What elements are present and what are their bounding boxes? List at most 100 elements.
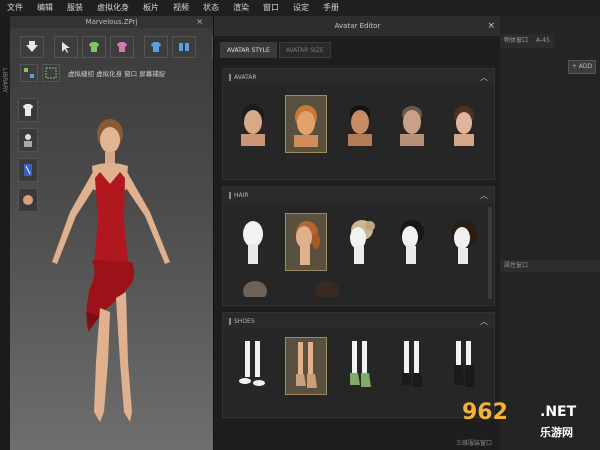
hair-partial-icon[interactable] xyxy=(237,277,273,297)
menu-item-0[interactable]: 文件 xyxy=(0,0,30,16)
editor-title-bar: Avatar Editor × xyxy=(214,16,501,36)
avatar-face-icon xyxy=(399,106,424,146)
shirt-blue-icon xyxy=(151,42,161,52)
chevron-up-icon[interactable]: ︿ xyxy=(480,72,488,83)
menu-item-2[interactable]: 服装 xyxy=(60,0,90,16)
editor-title: Avatar Editor xyxy=(334,22,381,30)
shoes-thumb-3[interactable] xyxy=(339,337,380,393)
hair-partial-icon[interactable] xyxy=(309,277,345,297)
menu-item-9[interactable]: 设定 xyxy=(286,0,316,16)
hair-short-black-icon xyxy=(399,220,424,264)
viewport-title: Marvelous.ZPrj xyxy=(10,16,213,28)
tab-object-window[interactable]: 物体窗口 xyxy=(500,34,533,48)
boots-black-icon xyxy=(453,341,475,387)
shoes-thumbs xyxy=(223,329,494,401)
shoes-thumb-4[interactable] xyxy=(391,337,432,393)
shoes-section-header[interactable]: SHOES ︿ xyxy=(223,313,494,329)
watermark-logo: 962 .NET 乐游网 xyxy=(462,400,598,446)
property-window-header: 属性窗口 xyxy=(500,260,600,272)
menu-item-10[interactable]: 手册 xyxy=(316,0,346,16)
viewport-toolbar xyxy=(20,36,236,58)
arrow-down-tool-button[interactable] xyxy=(20,36,44,58)
watermark-number: 962 xyxy=(462,400,508,425)
avatar-thumb-3[interactable] xyxy=(339,95,380,151)
viewport-close-button[interactable]: × xyxy=(196,16,203,28)
hair-thumbs-row2 xyxy=(223,277,494,297)
editor-tabs: AVATAR STYLE AVATAR SIZE xyxy=(214,36,501,58)
avatar-figure[interactable] xyxy=(28,112,198,437)
hair-section-header[interactable]: HAIR ︿ xyxy=(223,187,494,203)
tab-avatar-size[interactable]: AVATAR SIZE xyxy=(278,42,331,58)
hair-section: HAIR ︿ xyxy=(222,186,495,306)
avatar-face-icon xyxy=(294,105,319,147)
shoes-thumb-5[interactable] xyxy=(443,337,485,393)
avatar-thumb-2[interactable] xyxy=(285,95,328,153)
hair-thumb-1[interactable] xyxy=(233,213,274,269)
menu-bar: 文件 编辑 服装 虚拟化身 板片 视频 状态 渲染 窗口 设定 手册 xyxy=(0,0,600,17)
hair-scrollbar[interactable] xyxy=(488,207,492,299)
3d-viewport[interactable]: Marvelous.ZPrj × 虚拟缝纫 虚拟化身 窗口 屏幕捕捉 xyxy=(10,16,236,450)
right-panel-tabs: 物体窗口 A-45 xyxy=(500,34,600,48)
garment-remove-button[interactable] xyxy=(110,36,134,58)
garment-add-button[interactable] xyxy=(82,36,106,58)
avatar-thumb-4[interactable] xyxy=(391,95,432,151)
menu-item-8[interactable]: 窗口 xyxy=(256,0,286,16)
hair-ponytail-icon xyxy=(296,221,321,265)
add-button[interactable]: + ADD xyxy=(568,60,596,74)
hair-thumb-5[interactable] xyxy=(443,213,485,269)
library-strip[interactable]: LIBRARY xyxy=(0,16,10,450)
avatar-face-icon xyxy=(453,106,474,146)
right-panel: 物体窗口 A-45 + ADD 属性窗口 xyxy=(500,16,600,450)
heels-green-icon xyxy=(349,341,371,387)
avatar-thumb-5[interactable] xyxy=(443,95,485,151)
hair-bun-icon xyxy=(349,220,375,264)
avatar-section-label: AVATAR xyxy=(229,73,257,81)
menu-item-1[interactable]: 编辑 xyxy=(30,0,60,16)
heels-nude-icon xyxy=(296,342,318,388)
avatar-section: AVATAR ︿ xyxy=(222,68,495,180)
garment-blue-button[interactable] xyxy=(144,36,168,58)
feet-bare-icon xyxy=(239,341,266,386)
avatar-face-icon xyxy=(347,105,372,146)
mannequin-head-icon xyxy=(243,221,264,264)
watermark-cn: 乐游网 xyxy=(540,426,573,439)
watermark-net: .NET xyxy=(540,404,577,420)
menu-item-7[interactable]: 渲染 xyxy=(226,0,256,16)
avatar-section-header[interactable]: AVATAR ︿ xyxy=(223,69,494,85)
hair-thumbs xyxy=(223,203,494,277)
toolbar-label: 虚拟缝纫 虚拟化身 窗口 屏幕捕捉 xyxy=(68,70,166,78)
avatar-thumbs xyxy=(223,85,494,159)
shirt-pink-icon xyxy=(117,42,127,52)
chevron-up-icon[interactable]: ︿ xyxy=(480,190,488,201)
hair-thumb-4[interactable] xyxy=(391,213,432,269)
avatar-thumb-1[interactable] xyxy=(233,95,274,151)
garment-arrange-icon xyxy=(179,43,189,51)
menu-item-6[interactable]: 状态 xyxy=(196,0,226,16)
library-label: LIBRARY xyxy=(1,68,8,93)
arrow-down-icon xyxy=(26,41,38,52)
pattern-icon xyxy=(45,67,57,79)
menu-item-3[interactable]: 虚拟化身 xyxy=(90,0,136,16)
shoes-thumb-2[interactable] xyxy=(285,337,328,395)
editor-close-button[interactable]: × xyxy=(487,16,495,36)
cursor-icon xyxy=(62,42,70,53)
tab-a45[interactable]: A-45 xyxy=(532,34,554,48)
hair-section-label: HAIR xyxy=(229,191,249,199)
pattern-tool-button[interactable] xyxy=(42,64,60,82)
select-tool-button[interactable] xyxy=(54,36,78,58)
hair-thumb-3[interactable] xyxy=(339,213,380,269)
avatar-editor-panel: Avatar Editor × AVATAR STYLE AVATAR SIZE… xyxy=(213,16,501,450)
garment-tool-button[interactable] xyxy=(172,36,196,58)
hair-thumb-2[interactable] xyxy=(285,213,328,271)
grid-tool-button[interactable] xyxy=(20,64,38,82)
shirt-green-icon xyxy=(89,42,99,52)
shoes-thumb-1[interactable] xyxy=(233,337,274,393)
grid-icon xyxy=(24,68,34,78)
chevron-up-icon[interactable]: ︿ xyxy=(480,316,488,327)
tab-avatar-style[interactable]: AVATAR STYLE xyxy=(220,42,277,58)
menu-item-4[interactable]: 板片 xyxy=(136,0,166,16)
heels-strappy-black-icon xyxy=(401,341,423,387)
viewport-toolbar-secondary: 虚拟缝纫 虚拟化身 窗口 屏幕捕捉 xyxy=(20,64,165,82)
shoes-section: SHOES ︿ xyxy=(222,312,495,418)
menu-item-5[interactable]: 视频 xyxy=(166,0,196,16)
